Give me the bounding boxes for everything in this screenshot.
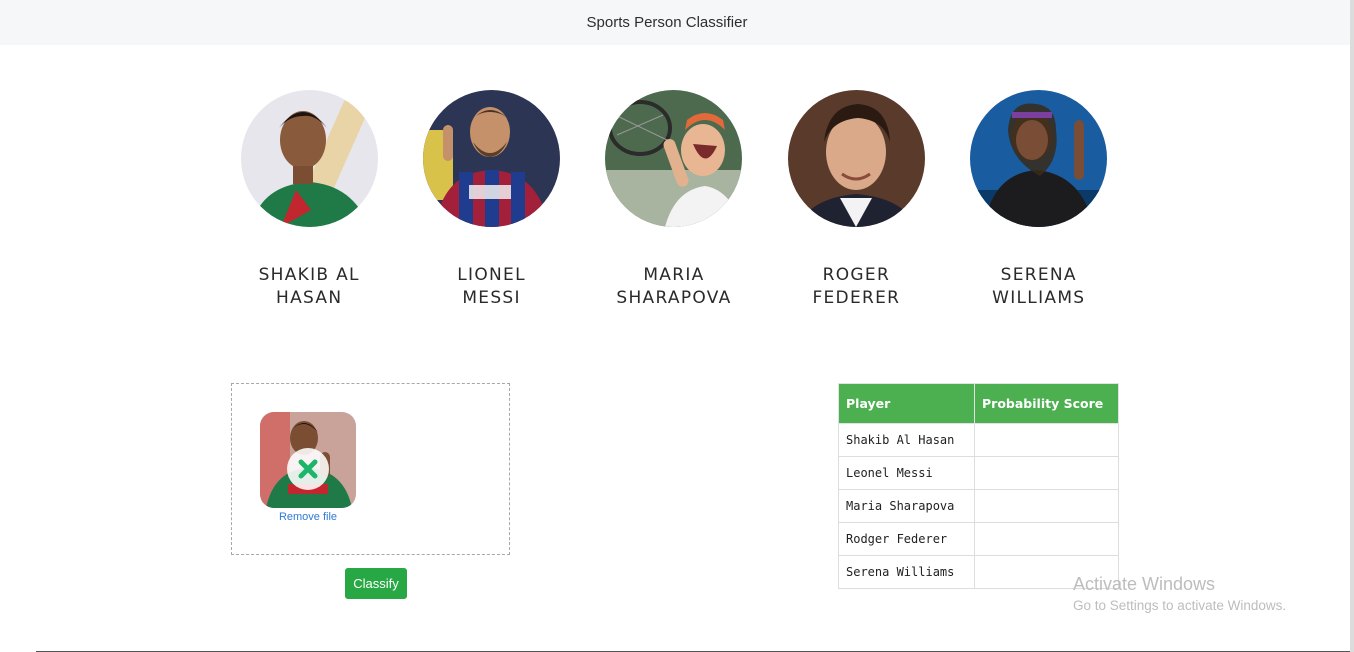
watermark-title: Activate Windows [1073, 574, 1216, 594]
player-card-shakib: SHAKIB AL HASAN [218, 90, 400, 310]
navbar: Sports Person Classifier [0, 0, 1350, 45]
player-photo-serena [970, 90, 1108, 227]
player-name-shakib: SHAKIB AL HASAN [258, 265, 360, 308]
player-name-messi: LIONEL MESSI [457, 265, 526, 308]
player-card-serena: SERENA WILLIAMS [948, 90, 1130, 310]
player-card-federer: ROGER FEDERER [765, 90, 947, 310]
app-title[interactable]: Sports Person Classifier [587, 14, 748, 31]
player-name-federer: ROGER FEDERER [812, 265, 901, 308]
player-photo-messi [423, 90, 561, 227]
cell-score [974, 522, 1119, 556]
table-row: Rodger Federer [838, 522, 1119, 556]
image-dropzone[interactable]: Remove file [231, 383, 510, 555]
player-name-serena: SERENA WILLIAMS [992, 265, 1086, 308]
cell-score [974, 456, 1119, 490]
player-photo-federer [787, 90, 925, 227]
cell-player: Rodger Federer [838, 522, 975, 556]
activate-windows-watermark: Activate Windows Go to Settings to activ… [1073, 573, 1286, 617]
players-gallery: SHAKIB AL HASAN LIONEL MESSI MARIA SHARA… [218, 90, 1130, 310]
header-player: Player [838, 383, 975, 424]
cell-player: Serena Williams [838, 555, 975, 589]
results-table: Player Probability Score Shakib Al Hasan… [838, 383, 1119, 589]
table-row: Maria Sharapova [838, 489, 1119, 523]
uploaded-image-preview [260, 412, 356, 508]
remove-file-icon[interactable] [287, 448, 329, 490]
watermark-subtitle: Go to Settings to activate Windows. [1073, 598, 1287, 613]
classify-button[interactable]: Classify [345, 568, 407, 599]
header-probability-score: Probability Score [974, 383, 1119, 424]
player-card-messi: LIONEL MESSI [400, 90, 582, 310]
cell-score [974, 423, 1119, 457]
player-name-sharapova: MARIA SHARAPOVA [616, 265, 732, 308]
table-row: Leonel Messi [838, 456, 1119, 490]
table-header-row: Player Probability Score [838, 383, 1119, 424]
cell-player: Leonel Messi [838, 456, 975, 490]
player-photo-sharapova [605, 90, 743, 227]
remove-file-link[interactable]: Remove file [260, 511, 356, 523]
cell-score [974, 489, 1119, 523]
table-row: Shakib Al Hasan [838, 423, 1119, 457]
player-card-sharapova: MARIA SHARAPOVA [583, 90, 765, 310]
player-photo-shakib [240, 90, 378, 227]
cell-player: Shakib Al Hasan [838, 423, 975, 457]
vertical-scrollbar[interactable] [1350, 0, 1354, 652]
cell-player: Maria Sharapova [838, 489, 975, 523]
